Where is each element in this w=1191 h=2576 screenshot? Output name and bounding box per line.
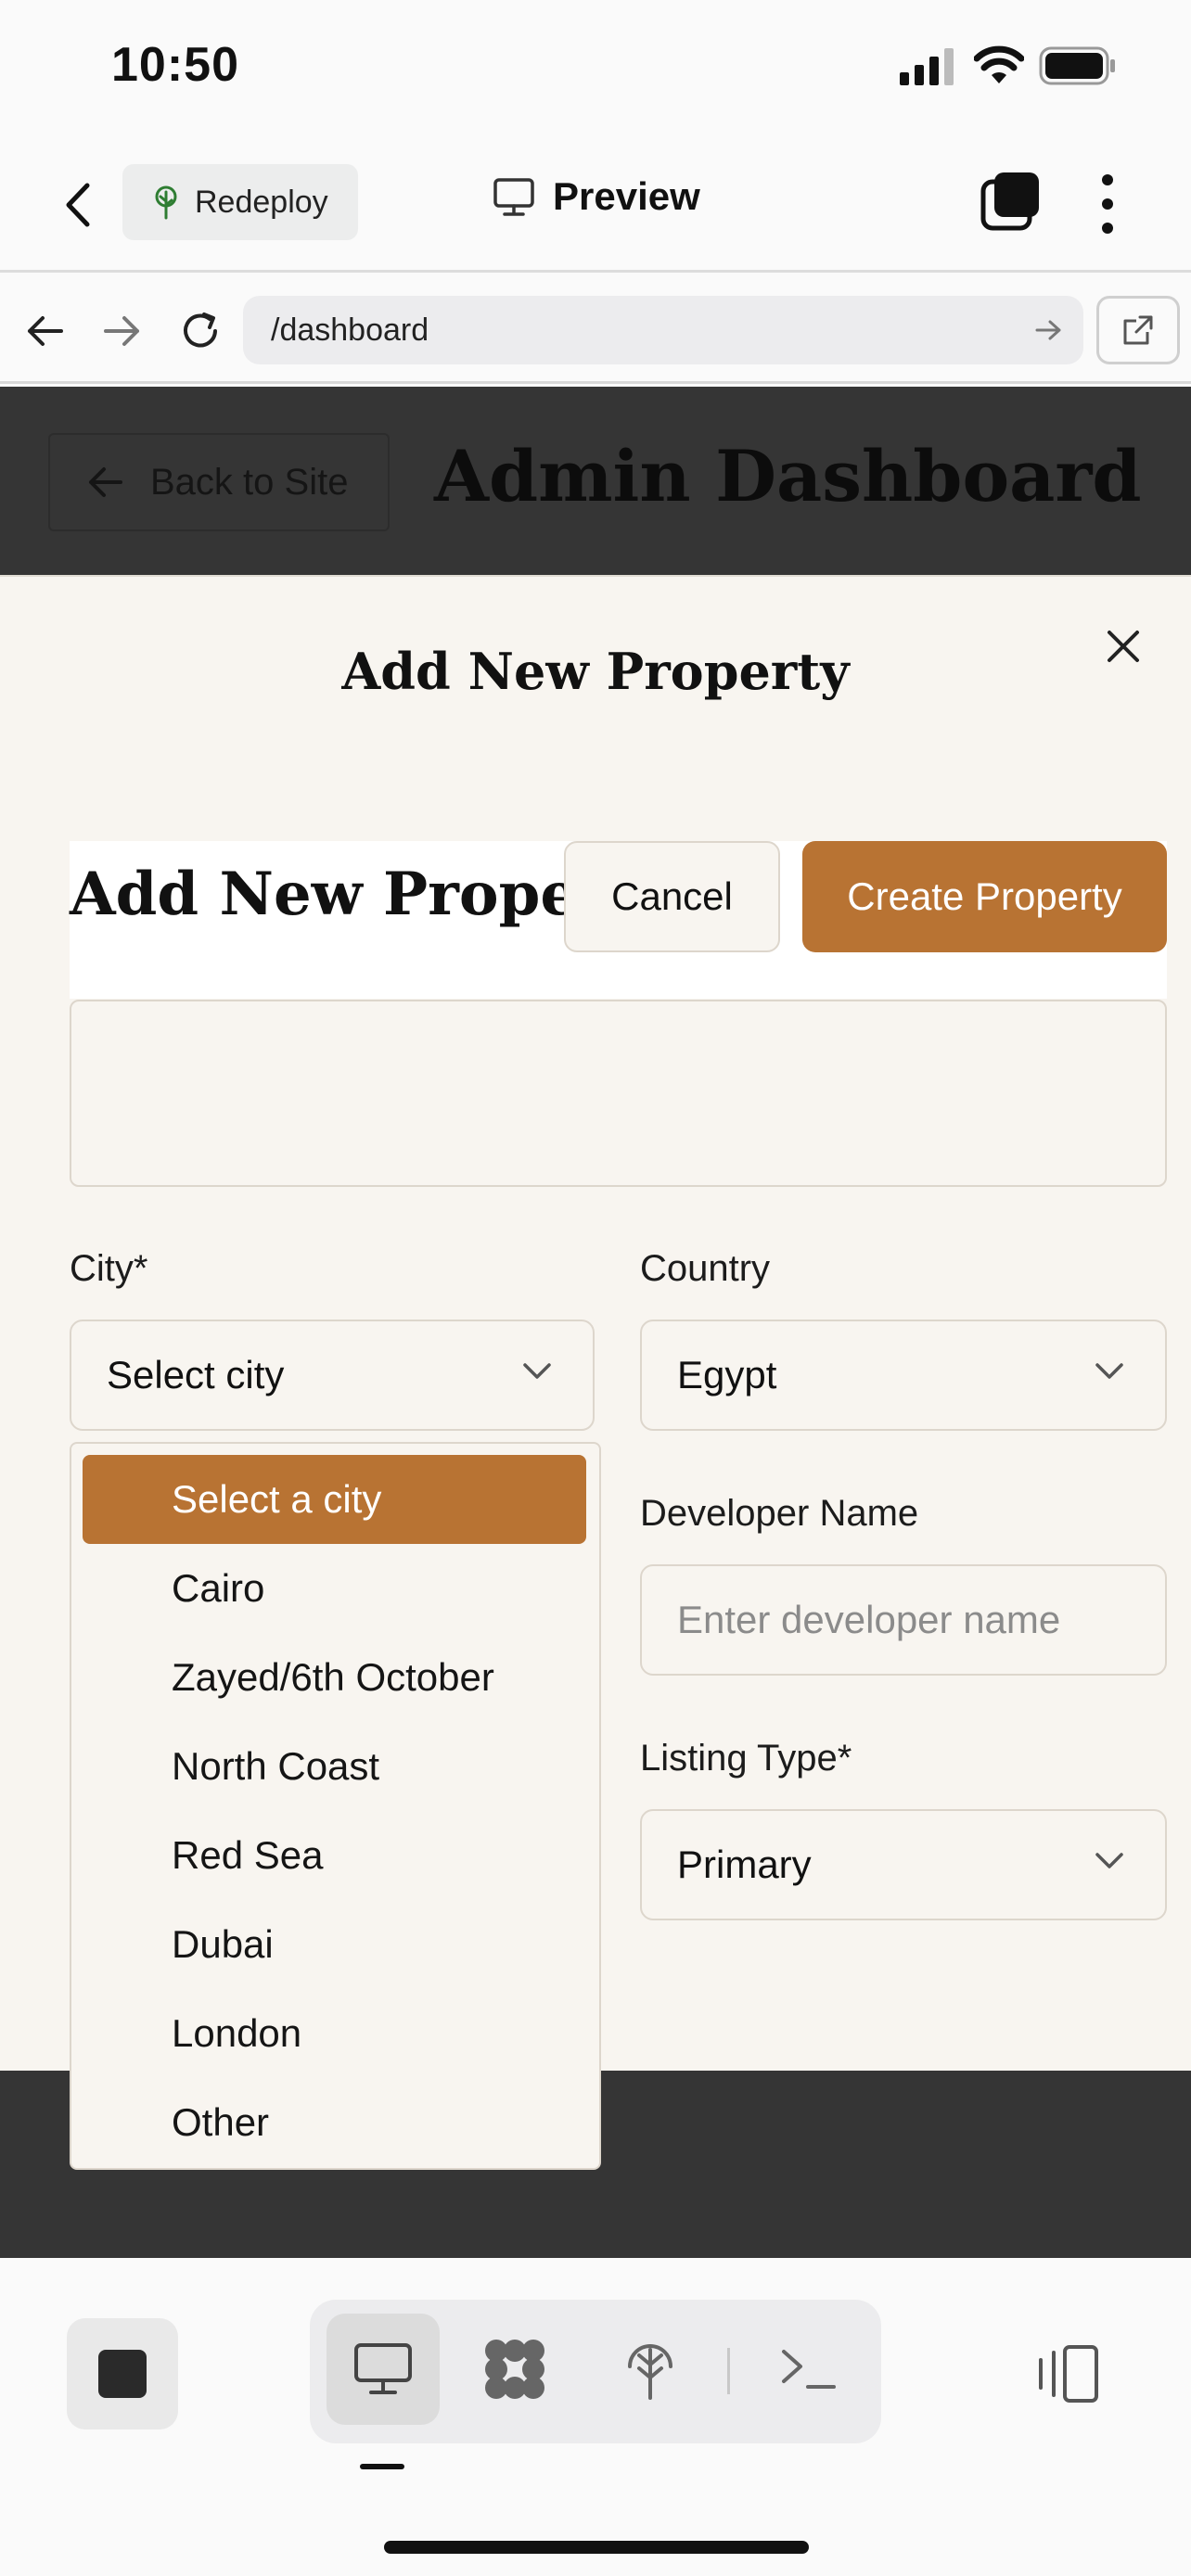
home-indicator: [384, 2541, 809, 2554]
stop-icon: [98, 2350, 147, 2398]
listing-type-label: Listing Type*: [640, 1738, 852, 1779]
chevron-down-icon: [1095, 1853, 1123, 1868]
city-option[interactable]: Red Sea: [83, 1811, 586, 1900]
redeploy-button[interactable]: Redeploy: [122, 164, 358, 240]
redeploy-label: Redeploy: [195, 184, 328, 220]
go-arrow-icon[interactable]: [1035, 318, 1063, 342]
city-option[interactable]: North Coast: [83, 1722, 586, 1811]
stop-button[interactable]: [67, 2318, 178, 2429]
tabs-icon[interactable]: [980, 171, 1043, 234]
city-dropdown-list: Select a city Cairo Zayed/6th October No…: [70, 1442, 601, 2170]
browser-back-icon[interactable]: [24, 312, 67, 350]
app-top-bar: Redeploy Preview: [0, 139, 1191, 273]
admin-dashboard-title: Admin Dashboard: [434, 435, 1142, 517]
developer-name-input[interactable]: Enter developer name: [640, 1564, 1167, 1676]
city-option[interactable]: Select a city: [83, 1455, 586, 1544]
country-label: Country: [640, 1248, 771, 1289]
city-option[interactable]: Other: [83, 2078, 586, 2167]
preview-title[interactable]: Preview: [492, 174, 700, 219]
tree-icon: [155, 185, 177, 220]
wifi-icon: [974, 45, 1024, 83]
country-select[interactable]: Egypt: [640, 1320, 1167, 1431]
back-chevron-icon[interactable]: [59, 182, 96, 228]
city-label: City*: [70, 1248, 148, 1289]
console-tab[interactable]: [751, 2314, 864, 2425]
city-option[interactable]: Zayed/6th October: [83, 1633, 586, 1722]
back-to-site-label: Back to Site: [150, 461, 349, 503]
preview-tab[interactable]: [327, 2314, 440, 2425]
signal-icon: [900, 48, 954, 85]
preview-label: Preview: [553, 174, 700, 218]
deploy-tree-icon: [628, 2344, 672, 2400]
modal-title: Add New Property: [341, 642, 850, 701]
city-option[interactable]: Dubai: [83, 1900, 586, 1989]
back-to-site-button[interactable]: Back to Site: [48, 433, 390, 531]
close-icon[interactable]: [1100, 623, 1146, 670]
workspace-tab[interactable]: [458, 2314, 571, 2425]
create-property-button[interactable]: Create Property: [802, 841, 1167, 952]
view-switcher: [310, 2300, 881, 2443]
city-option[interactable]: Cairo: [83, 1544, 586, 1633]
chevron-down-icon: [1095, 1363, 1123, 1379]
terminal-icon: [782, 2350, 836, 2389]
city-select-value: Select city: [107, 1353, 285, 1396]
deploy-tab[interactable]: [594, 2314, 707, 2425]
more-menu-icon[interactable]: [1096, 171, 1119, 237]
bottom-toolbar: [0, 2258, 1191, 2576]
listing-type-select[interactable]: Primary: [640, 1809, 1167, 1920]
nodes-icon: [485, 2340, 544, 2399]
device-toggle-icon[interactable]: [1033, 2343, 1102, 2404]
battery-icon: [1039, 46, 1115, 85]
external-link-icon: [1123, 315, 1153, 345]
status-bar: 10:50: [0, 0, 1191, 139]
chevron-down-icon: [523, 1363, 551, 1379]
open-external-button[interactable]: [1096, 296, 1180, 364]
divider: [727, 2348, 730, 2394]
city-select[interactable]: Select city: [70, 1320, 595, 1431]
cancel-button[interactable]: Cancel: [564, 841, 780, 952]
monitor-icon: [493, 178, 534, 216]
city-option[interactable]: London: [83, 1989, 586, 2078]
browser-bar: /dashboard: [0, 275, 1191, 384]
reload-icon[interactable]: [178, 309, 223, 353]
monitor-icon: [354, 2343, 412, 2394]
arrow-left-icon: [89, 467, 122, 497]
developer-name-label: Developer Name: [640, 1493, 919, 1534]
url-text: /dashboard: [271, 312, 429, 348]
active-tab-indicator: [360, 2464, 404, 2469]
status-time: 10:50: [111, 38, 239, 92]
developer-name-placeholder: Enter developer name: [677, 1598, 1061, 1641]
country-select-value: Egypt: [677, 1353, 777, 1396]
listing-type-value: Primary: [677, 1843, 812, 1886]
url-field[interactable]: /dashboard: [243, 296, 1083, 364]
browser-forward-icon[interactable]: [100, 312, 143, 350]
description-textarea[interactable]: [70, 1000, 1167, 1187]
